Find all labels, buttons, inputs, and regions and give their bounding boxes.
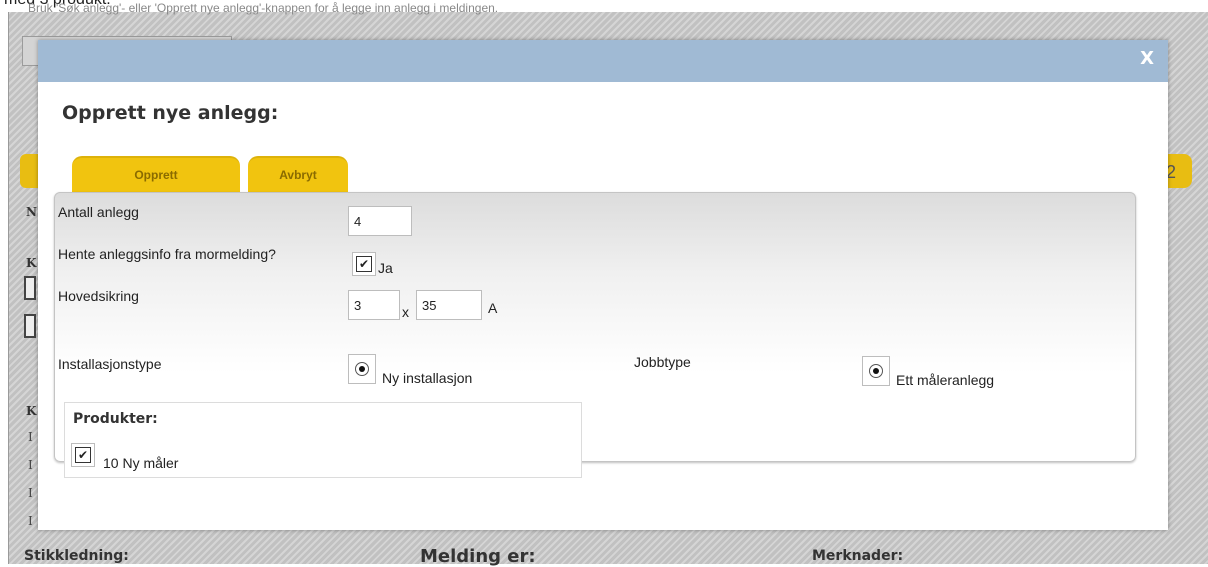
hovedsikring-ampere-input[interactable]: 35	[416, 290, 482, 320]
background-checkbox	[24, 314, 36, 338]
background-text: I	[28, 514, 33, 528]
background-label-merknader: Merknader:	[812, 548, 904, 564]
installasjonstype-label: Installasjonstype	[58, 356, 162, 372]
background-label-stikkledning: Stikkledning:	[24, 548, 129, 564]
hovedsikring-unit: A	[488, 300, 498, 316]
produkt-checkbox[interactable]: ✔	[71, 443, 95, 467]
check-icon: ✔	[356, 256, 372, 272]
hovedsikring-phase-input[interactable]: 3	[348, 290, 400, 320]
installasjonstype-option: Ny installasjon	[382, 370, 473, 386]
jobbtype-label: Jobbtype	[634, 354, 691, 370]
dialog-title: Opprett nye anlegg:	[62, 102, 279, 124]
background-letter: N	[26, 205, 37, 219]
background-text: I	[28, 458, 33, 472]
hente-anleggsinfo-checkbox[interactable]: ✔	[352, 252, 376, 276]
antall-anlegg-label: Antall anlegg	[58, 204, 139, 220]
dialog-titlebar: X	[38, 40, 1168, 82]
hente-anleggsinfo-label: Hente anleggsinfo fra mormelding?	[58, 246, 276, 262]
background-text: I	[28, 486, 33, 500]
background-text: I	[28, 430, 33, 444]
close-button[interactable]: X	[1140, 48, 1154, 69]
check-icon: ✔	[75, 447, 91, 463]
jobbtype-radio[interactable]	[862, 356, 890, 386]
tab-opprett[interactable]: Opprett	[72, 156, 240, 194]
radio-selected-icon	[869, 364, 883, 378]
hovedsikring-times: x	[402, 304, 409, 320]
background-letter: K	[26, 256, 37, 270]
background-checkbox	[24, 276, 36, 300]
produkt-label: 10 Ny måler	[103, 455, 179, 471]
radio-selected-icon	[355, 362, 369, 376]
hente-anleggsinfo-option: Ja	[378, 260, 393, 276]
produkter-box: Produkter: ✔ 10 Ny måler	[64, 402, 582, 478]
antall-anlegg-input[interactable]: 4	[348, 206, 412, 236]
hovedsikring-label: Hovedsikring	[58, 288, 139, 304]
tab-avbryt[interactable]: Avbryt	[248, 156, 348, 194]
jobbtype-option: Ett måleranlegg	[896, 372, 995, 388]
background-letter: K	[26, 404, 37, 418]
produkter-title: Produkter:	[73, 411, 158, 427]
page-hint: Bruk 'Søk anlegg'- eller 'Opprett nye an…	[28, 1, 499, 15]
create-installations-dialog: X Opprett nye anlegg: Opprett Avbryt Ant…	[38, 40, 1168, 530]
installasjonstype-radio[interactable]	[348, 354, 376, 384]
